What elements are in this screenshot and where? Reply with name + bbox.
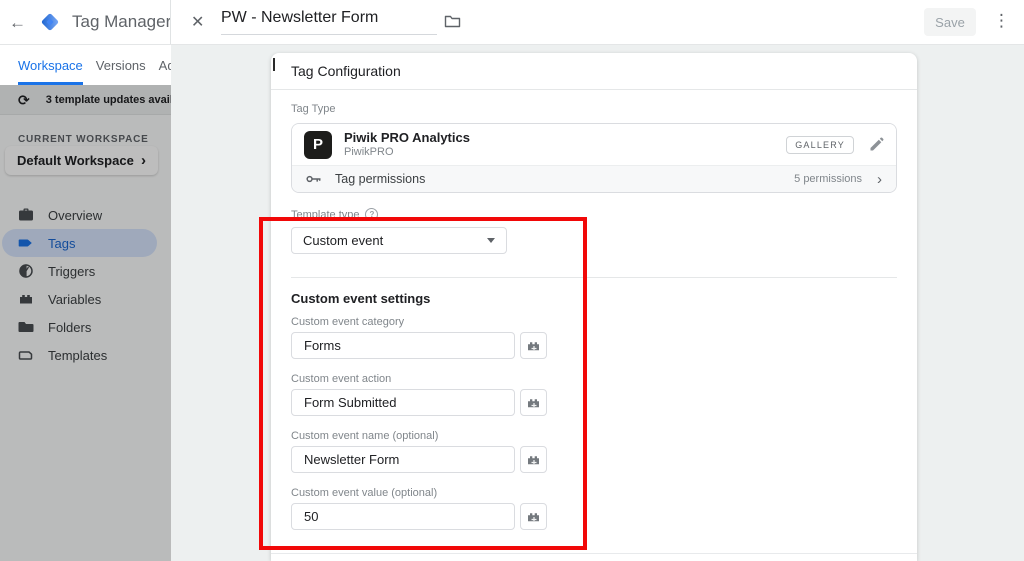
help-icon[interactable]: ? bbox=[365, 208, 378, 221]
workspace-name: Default Workspace bbox=[17, 153, 134, 168]
app-header: ← Tag Manager bbox=[0, 0, 171, 44]
custom-event-settings-heading: Custom event settings bbox=[291, 291, 430, 306]
sidebar-item-folders[interactable]: Folders bbox=[0, 313, 171, 341]
app-title: Tag Manager bbox=[72, 12, 171, 32]
custom-event-category-input[interactable]: Forms bbox=[291, 332, 515, 359]
back-arrow-icon[interactable]: ← bbox=[9, 14, 26, 31]
tag-type-vendor: PiwikPRO bbox=[344, 146, 470, 159]
sidebar-item-label: Overview bbox=[48, 208, 102, 223]
gallery-badge[interactable]: GALLERY bbox=[786, 136, 854, 154]
permissions-count: 5 permissions bbox=[794, 173, 862, 185]
trigger-icon bbox=[18, 263, 34, 279]
template-type-row: Template type ? bbox=[291, 208, 378, 221]
key-icon bbox=[306, 174, 322, 184]
custom-event-name-label: Custom event name (optional) bbox=[291, 430, 438, 442]
tab-versions[interactable]: Versions bbox=[96, 45, 146, 85]
template-type-dropdown[interactable]: Custom event bbox=[291, 227, 507, 254]
variable-brick-icon bbox=[527, 340, 541, 352]
custom-event-value-input[interactable]: 50 bbox=[291, 503, 515, 530]
custom-event-category-label: Custom event category bbox=[291, 316, 404, 328]
folder-icon bbox=[18, 319, 34, 335]
tag-configuration-panel: Tag Configuration Tag Type P Piwik PRO A… bbox=[271, 53, 917, 561]
top-bar: ← Tag Manager ✕ PW - Newsletter Form Sav… bbox=[0, 0, 1024, 45]
current-workspace-heading: CURRENT WORKSPACE bbox=[18, 134, 149, 145]
tab-admin[interactable]: Admin bbox=[159, 45, 171, 85]
custom-event-value-label: Custom event value (optional) bbox=[291, 487, 437, 499]
piwik-pro-logo: P bbox=[304, 131, 332, 159]
gtm-app-window: ← Tag Manager ✕ PW - Newsletter Form Sav… bbox=[0, 0, 1024, 561]
sidebar-item-label: Variables bbox=[48, 292, 101, 307]
chevron-right-icon: › bbox=[141, 153, 146, 168]
folder-icon[interactable] bbox=[444, 14, 461, 34]
sidebar-nav: Overview Tags Triggers Variables Folders bbox=[0, 201, 171, 369]
workspace-sidebar: ⟳ 3 template updates available CURRENT W… bbox=[0, 85, 171, 561]
tag-icon bbox=[18, 235, 34, 251]
custom-event-action-label: Custom event action bbox=[291, 373, 391, 385]
variable-brick-icon bbox=[527, 511, 541, 523]
text-cursor bbox=[273, 58, 275, 71]
variable-brick-icon bbox=[527, 454, 541, 466]
workspace-selector-button[interactable]: Default Workspace › bbox=[5, 146, 158, 175]
sidebar-item-templates[interactable]: Templates bbox=[0, 341, 171, 369]
edit-pencil-icon[interactable] bbox=[869, 137, 884, 152]
custom-event-name-input[interactable]: Newsletter Form bbox=[291, 446, 515, 473]
tag-manager-logo-icon bbox=[39, 11, 61, 33]
template-updates-banner[interactable]: ⟳ 3 template updates available bbox=[0, 85, 171, 115]
sidebar-item-label: Triggers bbox=[48, 264, 95, 279]
tag-permissions-row[interactable]: Tag permissions 5 permissions › bbox=[292, 165, 896, 192]
close-icon[interactable]: ✕ bbox=[191, 12, 204, 32]
variable-brick-icon bbox=[527, 397, 541, 409]
variable-picker-button[interactable] bbox=[520, 446, 547, 473]
template-updates-text: 3 template updates available bbox=[46, 94, 171, 106]
section-divider bbox=[271, 553, 917, 554]
overview-icon bbox=[18, 207, 34, 223]
section-divider bbox=[291, 277, 897, 278]
more-options-icon[interactable]: ⋮ bbox=[993, 11, 1010, 31]
tab-workspace[interactable]: Workspace bbox=[18, 45, 83, 85]
tag-permissions-label: Tag permissions bbox=[335, 172, 425, 186]
tag-type-card: P Piwik PRO Analytics PiwikPRO GALLERY T… bbox=[291, 123, 897, 193]
template-icon bbox=[18, 347, 34, 363]
sidebar-item-label: Templates bbox=[48, 348, 107, 363]
tag-type-row[interactable]: P Piwik PRO Analytics PiwikPRO GALLERY bbox=[292, 124, 896, 165]
sidebar-item-tags[interactable]: Tags bbox=[0, 229, 171, 257]
tag-name-field[interactable]: PW - Newsletter Form bbox=[221, 9, 437, 35]
tag-type-name: Piwik PRO Analytics bbox=[344, 131, 470, 145]
chevron-right-icon: › bbox=[877, 172, 882, 187]
variable-picker-button[interactable] bbox=[520, 332, 547, 359]
sidebar-item-label: Folders bbox=[48, 320, 91, 335]
chevron-down-icon bbox=[487, 238, 495, 243]
panel-title: Tag Configuration bbox=[291, 63, 401, 79]
sidebar-item-overview[interactable]: Overview bbox=[0, 201, 171, 229]
variable-picker-button[interactable] bbox=[520, 389, 547, 416]
tag-type-label: Tag Type bbox=[291, 103, 335, 115]
dropdown-selected-value: Custom event bbox=[303, 233, 383, 248]
sidebar-item-label: Tags bbox=[48, 236, 75, 251]
update-refresh-icon: ⟳ bbox=[18, 93, 30, 107]
variable-picker-button[interactable] bbox=[520, 503, 547, 530]
save-button[interactable]: Save bbox=[924, 8, 976, 36]
sidebar-item-triggers[interactable]: Triggers bbox=[0, 257, 171, 285]
sidebar-item-variables[interactable]: Variables bbox=[0, 285, 171, 313]
custom-event-action-input[interactable]: Form Submitted bbox=[291, 389, 515, 416]
variable-brick-icon bbox=[18, 291, 34, 307]
workspace-tab-bar: Workspace Versions Admin bbox=[0, 45, 171, 85]
panel-header: Tag Configuration bbox=[271, 53, 917, 90]
template-type-label: Template type bbox=[291, 209, 359, 221]
